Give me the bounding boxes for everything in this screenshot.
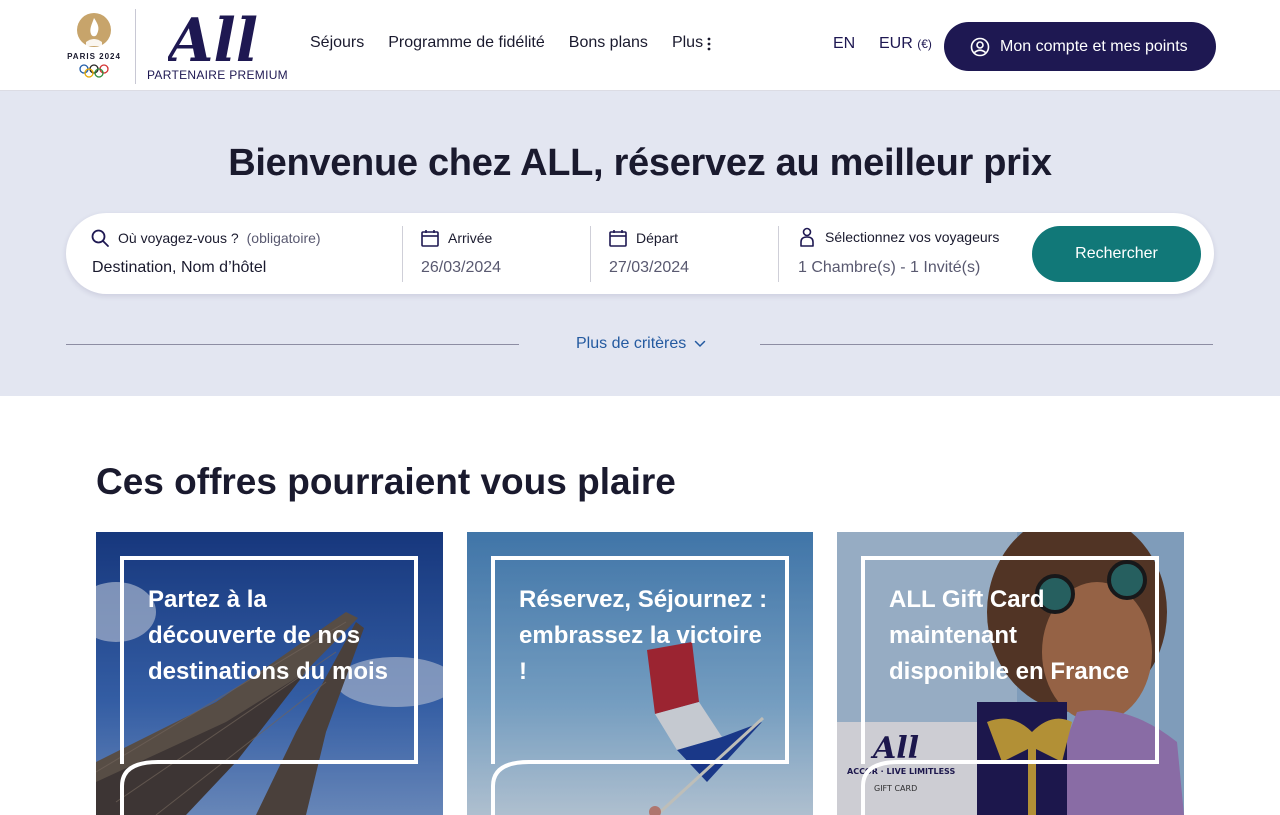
offer-card-victoire[interactable]: Réservez, Séjournez : embrassez la victo…	[467, 532, 813, 815]
offer-card-text: ALL Gift Card maintenant disponible en F…	[889, 586, 1130, 685]
arrival-label-text: Arrivée	[448, 230, 493, 246]
more-criteria-label: Plus de critères	[576, 335, 687, 352]
field-divider	[590, 226, 591, 282]
kebab-menu-icon	[707, 37, 711, 51]
nav-programme-fidelite[interactable]: Programme de fidélité	[388, 34, 545, 52]
nav-plus[interactable]: Plus	[672, 34, 711, 52]
account-button[interactable]: Mon compte et mes points	[944, 22, 1216, 71]
criteria-divider-left	[66, 344, 519, 345]
partner-premium-label: PARTENAIRE PREMIUM	[147, 68, 288, 82]
offers-title: Ces offres pourraient vous plaire	[96, 461, 676, 502]
departure-field[interactable]: Départ 27/03/2024	[608, 213, 778, 294]
main-nav: Séjours Programme de fidélité Bons plans…	[310, 34, 711, 52]
offer-card-gift-card[interactable]: All ACCOR · LIVE LIMITLESS GIFT CARD ALL…	[837, 532, 1184, 815]
arrival-label: Arrivée	[420, 228, 492, 248]
travelers-field[interactable]: Sélectionnez vos voyageurs 1 Chambre(s) …	[797, 213, 1027, 294]
hero-section: Bienvenue chez ALL, réservez au meilleur…	[0, 91, 1280, 396]
field-divider	[778, 226, 779, 282]
field-divider	[402, 226, 403, 282]
hero-title: Bienvenue chez ALL, réservez au meilleur…	[228, 142, 1052, 184]
travelers-label: Sélectionnez vos voyageurs	[797, 226, 999, 248]
all-brand-logo[interactable]: All	[168, 8, 260, 66]
card-frame-tail	[861, 760, 1159, 815]
travelers-input[interactable]: 1 Chambre(s) - 1 Invité(s)	[798, 259, 980, 277]
currency-selector[interactable]: EUR (€)	[879, 35, 932, 53]
user-circle-icon	[970, 37, 990, 56]
destination-required-text: (obligatoire)	[246, 230, 321, 246]
travelers-label-text: Sélectionnez vos voyageurs	[825, 229, 1000, 245]
olympic-rings-icon	[79, 64, 109, 78]
search-icon	[91, 229, 109, 247]
chevron-down-icon	[695, 340, 706, 348]
offer-card-text: Réservez, Séjournez : embrassez la victo…	[519, 586, 768, 685]
offer-card-destinations[interactable]: Partez à la découverte de nos destinatio…	[96, 532, 443, 815]
site-header: PARIS 2024 All PARTENAIRE PREMIUM Séjour…	[0, 0, 1280, 91]
currency-code: EUR	[879, 35, 913, 52]
search-bar: Où voyagez-vous ? (obligatoire) Destinat…	[66, 213, 1214, 294]
nav-plus-label: Plus	[671, 34, 704, 51]
nav-bons-plans[interactable]: Bons plans	[569, 34, 648, 52]
destination-field[interactable]: Où voyagez-vous ? (obligatoire) Destinat…	[90, 213, 400, 294]
arrival-date-input[interactable]: 26/03/2024	[421, 259, 501, 277]
language-selector[interactable]: EN	[833, 35, 855, 53]
person-icon	[800, 227, 814, 247]
card-frame-tail	[491, 760, 789, 815]
calendar-icon	[421, 230, 439, 247]
departure-label: Départ	[608, 228, 678, 248]
account-button-label: Mon compte et mes points	[1000, 37, 1188, 55]
card-frame-tail	[120, 760, 418, 815]
currency-symbol: (€)	[917, 37, 932, 51]
nav-sejours[interactable]: Séjours	[310, 34, 364, 52]
destination-label: Où voyagez-vous ? (obligatoire)	[90, 228, 321, 248]
search-button[interactable]: Rechercher	[1032, 226, 1201, 282]
paris-2024-logo[interactable]: PARIS 2024	[64, 12, 124, 80]
arrival-field[interactable]: Arrivée 26/03/2024	[420, 213, 590, 294]
departure-date-input[interactable]: 27/03/2024	[609, 259, 689, 277]
logo-separator	[135, 9, 136, 84]
all-logo-text: All	[168, 8, 258, 66]
offer-card-text: Partez à la découverte de nos destinatio…	[148, 586, 389, 685]
olympic-flame-icon	[77, 13, 111, 47]
paris-2024-text: PARIS 2024	[67, 52, 121, 61]
more-criteria-link[interactable]: Plus de critères	[576, 335, 706, 353]
destination-input[interactable]: Destination, Nom d’hôtel	[92, 259, 266, 277]
calendar-icon	[609, 230, 627, 247]
destination-label-text: Où voyagez-vous ?	[118, 230, 239, 246]
criteria-divider-right	[760, 344, 1213, 345]
departure-label-text: Départ	[636, 230, 679, 246]
